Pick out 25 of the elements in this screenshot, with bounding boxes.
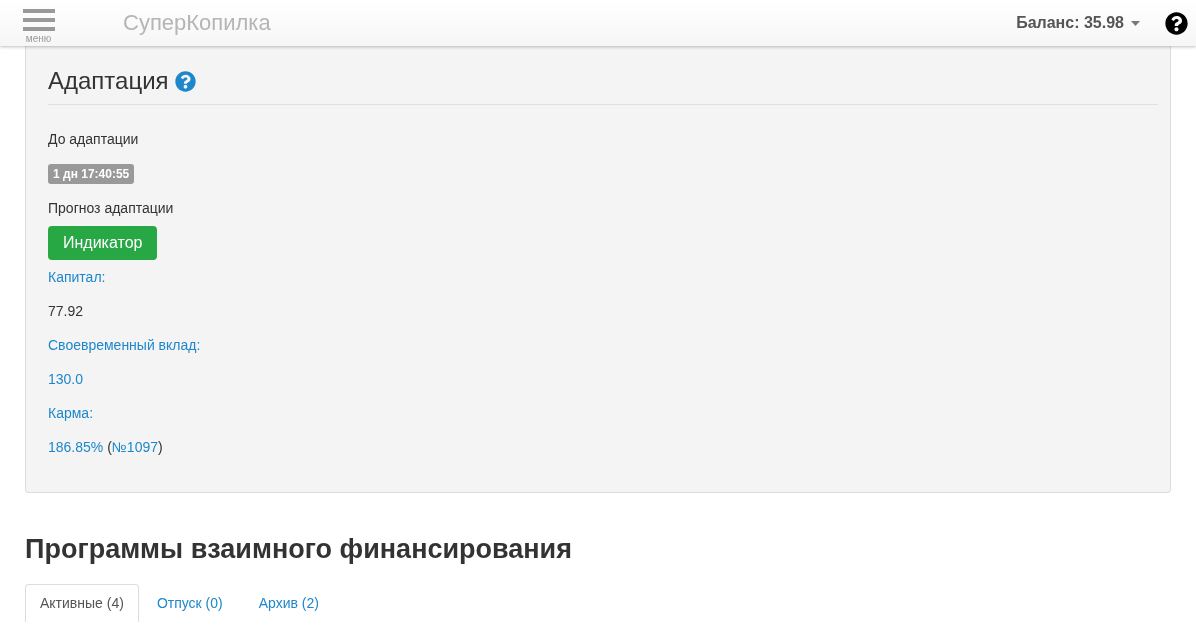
value-link[interactable]: 186.85% bbox=[48, 439, 104, 455]
indicator-button[interactable]: Индикатор bbox=[48, 226, 158, 260]
panel-title: Адаптация bbox=[48, 67, 169, 95]
field-label[interactable]: Карма: bbox=[48, 403, 94, 423]
balance-dropdown[interactable]: Баланс: 35.98 bbox=[1016, 11, 1140, 35]
field-value: 77.92 bbox=[48, 302, 84, 321]
caret-icon bbox=[1131, 20, 1140, 26]
tab[interactable]: Архив (2) bbox=[240, 584, 337, 622]
tab[interactable]: Отпуск (0) bbox=[138, 584, 241, 622]
menu-button[interactable]: меню bbox=[22, 8, 55, 44]
countdown-label: До адаптации bbox=[48, 130, 139, 149]
field-value: 186.85% (№1097) bbox=[48, 438, 163, 457]
countdown-badge: 1 дн 17:40:55 bbox=[48, 164, 135, 184]
app-title[interactable]: СуперКопилка bbox=[123, 12, 271, 34]
menu-icon bbox=[22, 8, 55, 31]
value-link[interactable]: №1097 bbox=[111, 439, 158, 455]
tab[interactable]: Активные (4) bbox=[25, 584, 139, 622]
section-heading: Программы взаимного финансирования bbox=[25, 533, 573, 565]
field-label[interactable]: Капитал: bbox=[48, 267, 106, 287]
help-icon[interactable] bbox=[174, 70, 196, 92]
value-link[interactable]: 130.0 bbox=[48, 371, 84, 387]
field-label[interactable]: Своевременный вклад: bbox=[48, 335, 201, 355]
help-button[interactable] bbox=[1165, 11, 1188, 35]
forecast-label: Прогноз адаптации bbox=[48, 199, 174, 218]
help-icon bbox=[1165, 11, 1188, 35]
